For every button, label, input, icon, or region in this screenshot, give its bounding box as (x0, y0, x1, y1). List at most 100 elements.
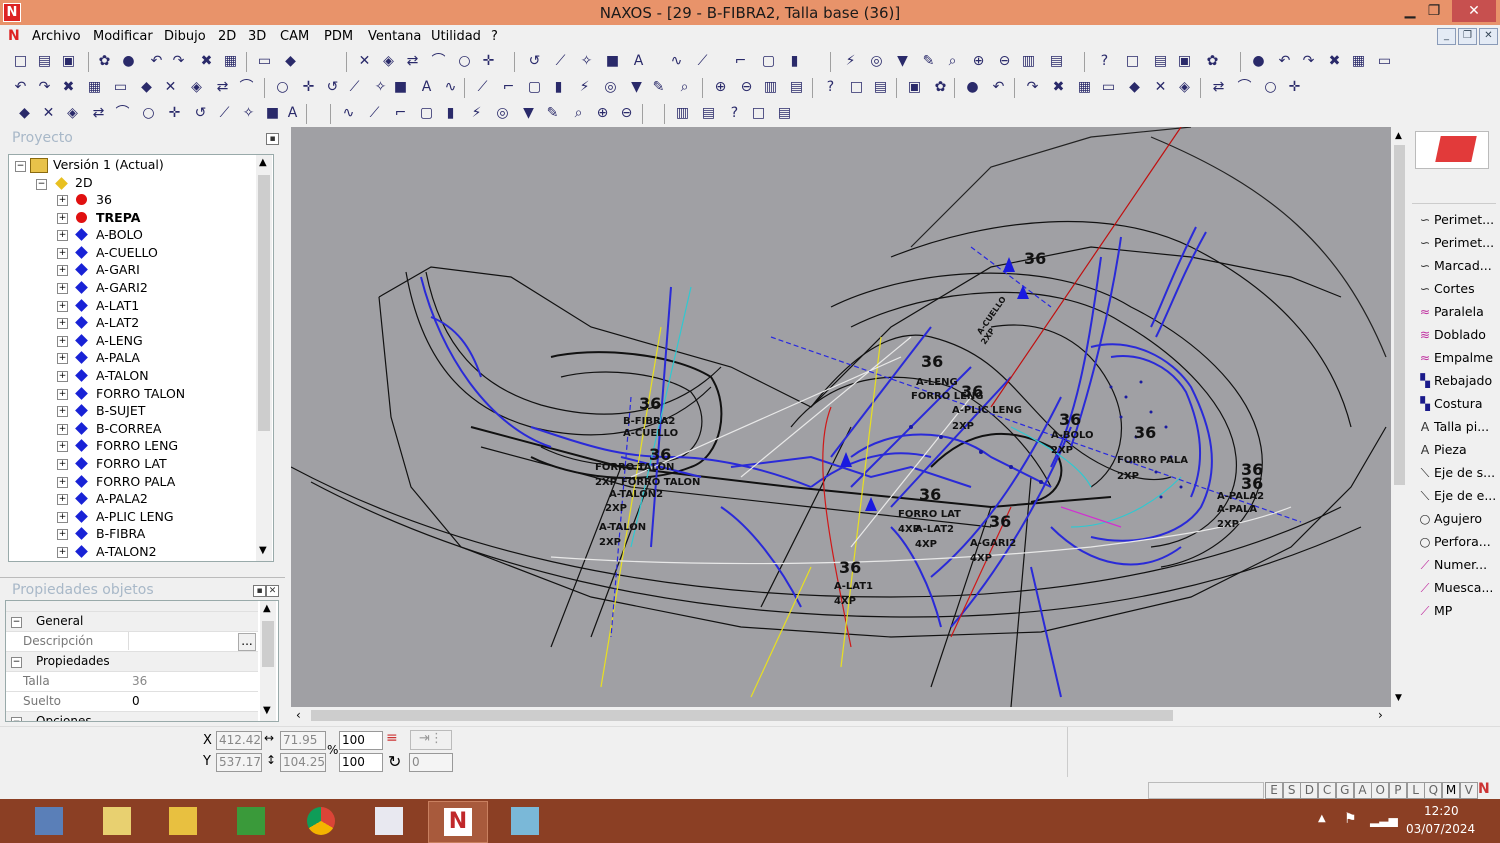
y-coord-field[interactable]: 537.17 (216, 753, 262, 772)
toolbar-tool-icon[interactable]: ▣ (1176, 53, 1193, 70)
group-opciones[interactable]: − Opciones (6, 712, 258, 721)
scroll-right-icon[interactable]: › (1378, 708, 1383, 722)
toolbar-tool-icon[interactable]: ⚡ (576, 79, 593, 96)
tree-item[interactable]: B-CORREA (96, 420, 161, 437)
flag-icon[interactable]: ⚑ (1344, 811, 1357, 827)
toolbar-tool-icon[interactable]: ▤ (788, 79, 805, 96)
taskbar-app[interactable] (154, 801, 212, 841)
tool-item[interactable]: ⟋ MP (1416, 600, 1453, 622)
toolbar-tool-icon[interactable]: ▭ (112, 79, 129, 96)
descripcion-browse-button[interactable]: ... (238, 633, 256, 651)
tool-item[interactable]: ∽ Perimet... (1416, 232, 1494, 254)
toolbar-tool-icon[interactable]: ◈ (64, 105, 81, 122)
taskbar-app[interactable] (496, 801, 554, 841)
toolbar-tool-icon[interactable]: □ (750, 105, 767, 122)
toolbar-tool-icon[interactable]: ▤ (1152, 53, 1169, 70)
rotate-icon[interactable]: ↻ (388, 752, 401, 771)
toolbar-tool-icon[interactable]: ⟋ (552, 53, 569, 70)
tree-item[interactable]: TREPA (96, 209, 140, 226)
toolbar-tool-icon[interactable]: ▥ (674, 105, 691, 122)
toolbar-tool-icon[interactable]: ▣ (906, 79, 923, 96)
toolbar-tool-icon[interactable]: ⊖ (618, 105, 635, 122)
toolbar-tool-icon[interactable]: ⟋ (474, 79, 491, 96)
collapse-icon[interactable]: − (11, 657, 22, 668)
tool-item[interactable]: ○ Perfora... (1416, 531, 1491, 553)
tree-expand-icon[interactable]: + (57, 388, 68, 400)
toolbar-tool-icon[interactable]: ✎ (544, 105, 561, 122)
taskbar-app[interactable] (222, 801, 280, 841)
tree-collapse-icon[interactable]: − (15, 161, 26, 172)
scale-lock-icon[interactable]: ≡ (386, 730, 404, 748)
tree-item[interactable]: A-CUELLO (96, 244, 158, 261)
scroll-down-icon[interactable]: ▼ (263, 705, 271, 716)
tree-expand-icon[interactable]: + (57, 283, 68, 294)
scale-x-field[interactable]: 100 (339, 731, 383, 750)
toolbar-tool-icon[interactable]: ⌐ (500, 79, 517, 96)
toolbar-tool-icon[interactable]: ⟋ (694, 53, 711, 70)
toolbar-tool-icon[interactable]: ✧ (372, 79, 389, 96)
status-flag-c[interactable]: C (1318, 782, 1337, 799)
toolbar-tool-icon[interactable]: ▦ (1350, 53, 1367, 70)
rotation-field[interactable]: 0 (409, 753, 453, 772)
tool-item[interactable]: ∽ Marcad... (1416, 255, 1492, 277)
menu-modificar[interactable]: Modificar (93, 29, 153, 44)
toolbar-tool-icon[interactable]: ∿ (442, 79, 459, 96)
scroll-up-icon[interactable]: ▲ (263, 603, 271, 614)
toolbar-tool-icon[interactable]: ✛ (166, 105, 183, 122)
toolbar-tool-icon[interactable]: ▤ (872, 79, 889, 96)
pin-icon[interactable]: ▪ (253, 585, 266, 597)
tree-scrollbar[interactable]: ▲ ▼ (256, 155, 272, 561)
props-scrollbar[interactable]: ▲ ▼ (260, 601, 276, 721)
toolbar-tool-icon[interactable]: ▤ (1048, 53, 1065, 70)
status-flag-q[interactable]: Q (1424, 782, 1443, 799)
align-icon[interactable]: ⇥⋮ (410, 730, 452, 750)
tool-item[interactable]: ∽ Perimet... (1416, 209, 1494, 231)
toolbar-tool-icon[interactable]: ▮ (786, 53, 803, 70)
tree-item[interactable]: B-FIBRA (96, 525, 145, 542)
toolbar-tool-icon[interactable]: ▤ (776, 105, 793, 122)
toolbar-tool-icon[interactable]: ✖ (1050, 79, 1067, 96)
tool-item[interactable]: ▚ Costura (1416, 393, 1482, 415)
toolbar-tool-icon[interactable]: ◈ (1176, 79, 1193, 96)
toolbar-tool-icon[interactable]: ∿ (340, 105, 357, 122)
group-propiedades[interactable]: − Propiedades (6, 652, 258, 672)
tree-expand-icon[interactable]: + (57, 195, 68, 206)
toolbar-tool-icon[interactable]: ▦ (86, 79, 103, 96)
toolbar-tool-icon[interactable]: ◈ (380, 53, 397, 70)
tree-item[interactable]: A-GARI (96, 261, 140, 278)
toolbar-tool-icon[interactable]: ⊖ (738, 79, 755, 96)
taskbar-app[interactable] (360, 801, 418, 841)
toolbar-tool-icon[interactable]: ↶ (148, 53, 165, 70)
tree-node-2d[interactable]: 2D (75, 174, 93, 191)
tool-item[interactable]: ⟋ Numer... (1416, 554, 1487, 576)
close-button[interactable]: ✕ (1452, 0, 1496, 22)
toolbar-tool-icon[interactable]: ◈ (188, 79, 205, 96)
tree-expand-icon[interactable]: + (57, 511, 68, 523)
toolbar-tool-icon[interactable]: ⌒ (114, 105, 131, 122)
toolbar-tool-icon[interactable]: ⇄ (214, 79, 231, 96)
tree-item[interactable]: FORRO TALON (96, 385, 185, 402)
toolbar-tool-icon[interactable]: ▦ (222, 53, 239, 70)
toolbar-tool-icon[interactable]: ⌒ (1236, 79, 1253, 96)
toolbar-tool-icon[interactable]: ■ (264, 105, 281, 122)
toolbar-tool-icon[interactable]: ○ (140, 105, 157, 122)
talla-value[interactable]: 36 (132, 672, 147, 691)
toolbar-tool-icon[interactable]: ● (964, 79, 981, 96)
canvas-hscroll[interactable]: ‹ › (291, 707, 1391, 724)
status-flag-v[interactable]: V (1459, 782, 1478, 799)
toolbar-tool-icon[interactable]: ⌕ (944, 53, 961, 70)
scroll-down-icon[interactable]: ▼ (259, 545, 267, 556)
toolbar-tool-icon[interactable]: ✛ (1286, 79, 1303, 96)
toolbar-tool-icon[interactable]: □ (12, 53, 29, 70)
toolbar-tool-icon[interactable]: ⌐ (392, 105, 409, 122)
toolbar-tool-icon[interactable]: ◎ (868, 53, 885, 70)
toolbar-tool-icon[interactable]: ◎ (494, 105, 511, 122)
tree-item[interactable]: A-GARI2 (96, 279, 148, 296)
menu-2d[interactable]: 2D (218, 29, 236, 44)
toolbar-tool-icon[interactable]: ↺ (324, 79, 341, 96)
menu-utilidad[interactable]: Utilidad (431, 29, 481, 44)
collapse-icon[interactable]: − (11, 717, 22, 721)
x-coord-field[interactable]: 412.42 (216, 731, 262, 750)
scale-y-field[interactable]: 100 (339, 753, 383, 772)
toolbar-tool-icon[interactable]: ■ (604, 53, 621, 70)
